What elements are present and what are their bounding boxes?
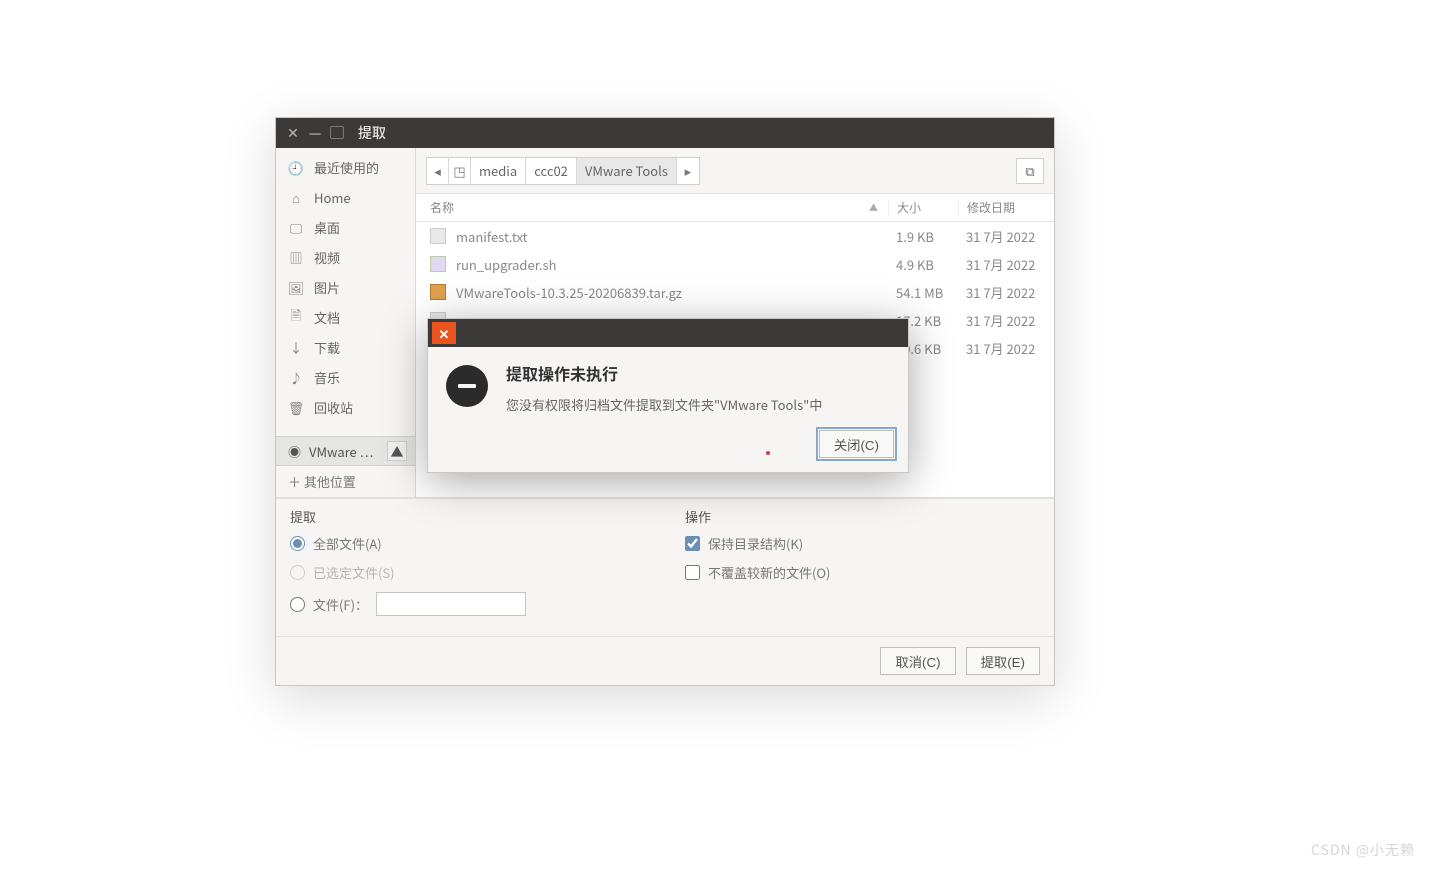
sidebar-home[interactable]: ⌂Home (276, 182, 415, 212)
column-headers[interactable]: 名称 ▲ 大小 修改日期 (416, 194, 1054, 222)
file-date: 31 7月 2022 (958, 227, 1054, 246)
file-size: 4.9 KB (888, 255, 958, 274)
cursor-dot (766, 451, 770, 455)
path-back-icon[interactable]: ◂ (427, 158, 449, 184)
eject-icon[interactable]: ▲ (387, 441, 407, 461)
file-date: 31 7月 2022 (958, 339, 1054, 358)
check-no-overwrite[interactable]: 不覆盖较新的文件(O) (685, 563, 1040, 582)
sidebar-trash[interactable]: 🗑回收站 (276, 392, 415, 422)
radio-all-files[interactable]: 全部文件(A) (290, 534, 645, 553)
home-icon: ⌂ (288, 188, 304, 207)
col-size: 大小 (888, 199, 958, 216)
col-date: 修改日期 (958, 199, 1054, 216)
path-segment-media[interactable]: media (471, 158, 526, 184)
error-icon (446, 365, 488, 407)
path-disk-icon[interactable]: ◳ (449, 158, 471, 184)
document-icon: 🗎 (288, 305, 304, 329)
file-date: 31 7月 2022 (958, 283, 1054, 302)
error-titlebar[interactable]: ✕ (428, 319, 908, 347)
error-message: 您没有权限将归档文件提取到文件夹"VMware Tools"中 (506, 395, 822, 414)
file-size: 1.9 KB (888, 227, 958, 246)
desktop-icon: 🖵 (288, 218, 304, 237)
path-segment-user[interactable]: ccc02 (526, 158, 577, 184)
radio-selected-files[interactable]: 已选定文件(S) (290, 563, 645, 582)
window-title: 提取 (358, 123, 386, 143)
table-row[interactable]: run_upgrader.sh 4.9 KB31 7月 2022 (416, 250, 1054, 278)
file-pattern-input[interactable] (376, 592, 526, 616)
file-icon (430, 284, 446, 300)
cancel-button[interactable]: 取消(C) (880, 647, 955, 675)
error-dialog: ✕ 提取操作未执行 您没有权限将归档文件提取到文件夹"VMware Tools"… (427, 318, 909, 473)
file-icon (430, 228, 446, 244)
error-title: 提取操作未执行 (506, 361, 822, 385)
radio-file-pattern[interactable]: 文件(F)： (290, 592, 645, 616)
check-keep-structure[interactable]: 保持目录结构(K) (685, 534, 1040, 553)
file-name: manifest.txt (456, 227, 528, 246)
file-icon (430, 256, 446, 272)
picture-icon: 🖼 (288, 278, 304, 297)
music-icon: ♪ (288, 368, 304, 387)
sidebar-device-vmware[interactable]: ◉ VMware … ▲ (276, 436, 415, 466)
sort-asc-icon: ▲ (869, 201, 878, 214)
table-row[interactable]: VMwareTools-10.3.25-20206839.tar.gz 54.1 … (416, 278, 1054, 306)
close-icon[interactable]: ✕ (284, 124, 302, 142)
sidebar-documents[interactable]: 🗎文档 (276, 302, 415, 332)
disc-icon: ◉ (288, 442, 301, 461)
sidebar-videos[interactable]: ▥视频 (276, 242, 415, 272)
table-row[interactable]: manifest.txt 1.9 KB31 7月 2022 (416, 222, 1054, 250)
close-icon[interactable]: ✕ (432, 322, 456, 344)
sidebar-recent[interactable]: 🕘最近使用的 (276, 152, 415, 182)
sidebar-downloads[interactable]: ↓下载 (276, 332, 415, 362)
file-date: 31 7月 2022 (958, 255, 1054, 274)
sidebar: 🕘最近使用的 ⌂Home 🖵桌面 ▥视频 🖼图片 🗎文档 ↓下载 ♪音乐 🗑回收… (276, 148, 416, 497)
file-name: run_upgrader.sh (456, 255, 557, 274)
clock-icon: 🕘 (288, 158, 304, 177)
watermark: CSDN @小无赖 (1311, 840, 1415, 860)
video-icon: ▥ (288, 248, 304, 267)
extract-heading: 提取 (290, 507, 645, 526)
sidebar-pictures[interactable]: 🖼图片 (276, 272, 415, 302)
maximize-icon[interactable]: ▢ (328, 124, 346, 142)
pathbar: ◂ ◳ media ccc02 VMware Tools ▸ ⧉ (416, 148, 1054, 194)
download-icon: ↓ (288, 338, 304, 357)
sidebar-music[interactable]: ♪音乐 (276, 362, 415, 392)
sidebar-desktop[interactable]: 🖵桌面 (276, 212, 415, 242)
file-size: 54.1 MB (888, 283, 958, 302)
sidebar-other-locations[interactable]: ＋ 其他位置 (276, 466, 415, 497)
path-segment-current[interactable]: VMware Tools (577, 158, 677, 184)
extract-button[interactable]: 提取(E) (966, 647, 1040, 675)
dialog-buttons: 取消(C) 提取(E) (276, 636, 1054, 685)
col-name: 名称 (430, 199, 454, 216)
titlebar[interactable]: ✕ — ▢ 提取 (276, 118, 1054, 148)
error-close-button[interactable]: 关闭(C) (819, 430, 894, 458)
minimize-icon[interactable]: — (306, 124, 324, 142)
path-forward-icon[interactable]: ▸ (677, 158, 699, 184)
file-name: VMwareTools-10.3.25-20206839.tar.gz (456, 283, 682, 302)
options-panel: 提取 全部文件(A) 已选定文件(S) 文件(F)： 操作 保持目录结构(K) … (276, 498, 1054, 636)
file-date: 31 7月 2022 (958, 311, 1054, 330)
action-heading: 操作 (685, 507, 1040, 526)
trash-icon: 🗑 (288, 398, 304, 417)
new-folder-icon[interactable]: ⧉ (1016, 158, 1044, 184)
